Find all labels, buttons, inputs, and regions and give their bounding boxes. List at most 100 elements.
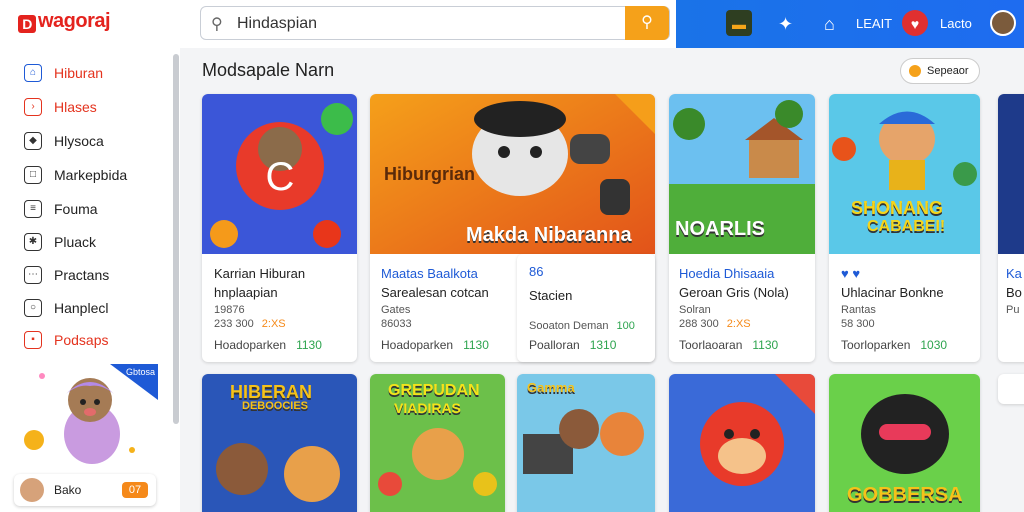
card-price: Sooaton Deman — [529, 320, 609, 332]
search-input[interactable]: Hindaspian — [237, 15, 317, 33]
tag-icon[interactable]: ✦ — [778, 10, 793, 38]
product-thumbnail — [998, 94, 1024, 254]
sidebar-item-podsaps[interactable]: ▪ Podsaps — [24, 328, 108, 352]
card-title: Ka — [1006, 266, 1022, 281]
card-price: 58 300 — [841, 318, 875, 330]
product-card[interactable] — [669, 374, 815, 512]
product-thumbnail: C — [202, 94, 357, 254]
thumb-label: NOARLIS — [675, 218, 765, 240]
product-card[interactable]: SHONANG CABABEI! ♥ ♥ Uhlacinar Bonkne Ra… — [829, 94, 980, 362]
user-avatar[interactable] — [990, 10, 1016, 36]
product-card[interactable]: GOBBERSA — [829, 374, 980, 512]
product-card[interactable]: C Karrian Hiburan hnplaapian 19876 233 3… — [202, 94, 357, 362]
card-highlight: 100 — [616, 320, 635, 332]
product-thumbnail — [669, 374, 815, 512]
search-icon: ⚲ — [211, 16, 223, 33]
card-meta: Solran — [679, 304, 711, 316]
gift-icon: ⋯ — [24, 266, 42, 284]
thumb-label: DEBOOCIES — [242, 400, 309, 412]
sidebar-item-label: Markepbida — [54, 167, 128, 183]
card-price: 233 300 — [214, 318, 254, 330]
card-title: Maatas Baalkota — [381, 266, 478, 281]
thumb-label: VIADIRAS — [394, 400, 461, 416]
page-title: Modsapale Narn — [202, 60, 335, 80]
card-seller: Toorloparken — [841, 338, 911, 352]
card-seller: Poalloran — [529, 338, 580, 352]
sidebar-item-label: Pluack — [54, 234, 97, 250]
sidebar-item-pluack[interactable]: ✱ Pluack — [24, 230, 96, 254]
wallet-icon[interactable]: ▬ — [726, 10, 752, 36]
card-price-row: 288 300 2:XS — [679, 318, 751, 330]
home-icon[interactable]: ⌂ — [824, 10, 835, 38]
sidebar-item-label: Hlysoca — [54, 133, 104, 149]
card-seller: Toorlaoaran — [679, 338, 743, 352]
product-card[interactable]: GREPUDAN VIADIRAS — [370, 374, 505, 512]
card-footer: Hoadoparken 1130 — [214, 338, 322, 352]
sidebar-item-hlases[interactable]: › Hlases — [24, 95, 97, 119]
avatar — [20, 478, 44, 502]
sort-button[interactable]: Sepeaor — [900, 58, 980, 84]
search-button[interactable]: ⚲ — [625, 6, 669, 40]
card-price: 288 300 — [679, 318, 719, 330]
product-card-partial[interactable]: Ka Bo Pu — [998, 94, 1024, 362]
sidebar-item-label: Hanplecl — [54, 300, 109, 316]
svg-text:C: C — [266, 155, 295, 199]
card-meta: Pu — [1006, 304, 1020, 316]
product-card[interactable]: Gamma — [517, 374, 655, 512]
product-card-info[interactable]: 86 Stacien Sooaton Deman 100 Poalloran 131… — [517, 254, 655, 362]
card-highlight: 2:XS — [726, 318, 751, 330]
card-subtitle: Sarealesan cotcan — [381, 285, 489, 300]
favorites-icon[interactable]: ♥ — [902, 10, 928, 36]
user-chip[interactable]: Bako 07 — [14, 474, 156, 506]
thumb-label: Hiburgrian — [384, 164, 476, 184]
sidebar-item-hiburan[interactable]: ⌂ Hiburan — [24, 61, 103, 85]
card-count: 1310 — [589, 338, 617, 352]
card-meta: Rantas — [841, 304, 876, 316]
card-meta: Gates — [381, 304, 411, 316]
sidebar-item-hanplecl[interactable]: ○ Hanplecl — [24, 296, 108, 320]
store-icon: □ — [24, 166, 42, 184]
card-footer: Toorlaoaran 1130 — [679, 338, 778, 352]
card-count: 1130 — [463, 338, 489, 352]
nav-label-2[interactable]: Lacto — [940, 10, 972, 38]
sidebar-item-label: Hlases — [54, 99, 97, 115]
nav-label-1[interactable]: LEAIT — [856, 10, 892, 38]
sidebar-item-practans[interactable]: ⋯ Practans — [24, 263, 109, 287]
thumb-label: CABABEI! — [867, 218, 946, 235]
sidebar-item-label: Practans — [54, 267, 110, 283]
card-seller: Hoadoparken — [381, 338, 454, 352]
cart-icon: › — [24, 98, 42, 116]
product-card-partial[interactable] — [998, 374, 1024, 404]
sidebar-item-label: Podsaps — [54, 332, 109, 348]
logo-mark: D — [18, 15, 36, 33]
card-price: 86033 — [381, 318, 412, 330]
card-count: 1130 — [296, 338, 322, 352]
card-highlight: 2:XS — [261, 318, 286, 330]
card-count: 1130 — [752, 338, 779, 352]
chat-icon: ≡ — [24, 200, 42, 218]
sidebar-item-hlysoca[interactable]: ◆ Hlysoca — [24, 129, 104, 153]
sidebar-item-fouma[interactable]: ≡ Fouma — [24, 197, 98, 221]
card-subtitle: Geroan Gris (Nola) — [679, 285, 789, 300]
card-title: ♥ ♥ — [841, 266, 861, 281]
card-subtitle: hnplaapian — [214, 285, 278, 300]
product-card[interactable]: HIBERAN DEBOOCIES — [202, 374, 357, 512]
search-bar[interactable]: ⚲ Hindaspian ⚲ — [200, 6, 670, 40]
product-card[interactable]: NOARLIS Hoedia Dhisaaia Geroan Gris (Nol… — [669, 94, 815, 362]
tag-icon: ◆ — [24, 132, 42, 150]
card-subtitle: Stacien — [529, 288, 573, 303]
card-meta: 19876 — [214, 304, 245, 316]
card-price-row: Sooaton Deman 100 — [529, 320, 635, 332]
home-icon: ⌂ — [24, 64, 42, 82]
sidebar-item-markepbida[interactable]: □ Markepbida — [24, 163, 127, 187]
card-price-row: 233 300 2:XS — [214, 318, 286, 330]
bag-icon: ○ — [24, 299, 42, 317]
card-title: 86 — [529, 264, 544, 279]
sidebar-scrollbar[interactable] — [173, 54, 179, 424]
card-icon: ▪ — [24, 331, 42, 349]
sort-label: Sepeaor — [927, 65, 969, 77]
brand-logo[interactable]: Dwagoraj — [18, 10, 111, 33]
card-count: 1030 — [920, 338, 948, 352]
card-seller: Hoadoparken — [214, 338, 287, 352]
sidebar-item-label: Hiburan — [54, 65, 104, 81]
